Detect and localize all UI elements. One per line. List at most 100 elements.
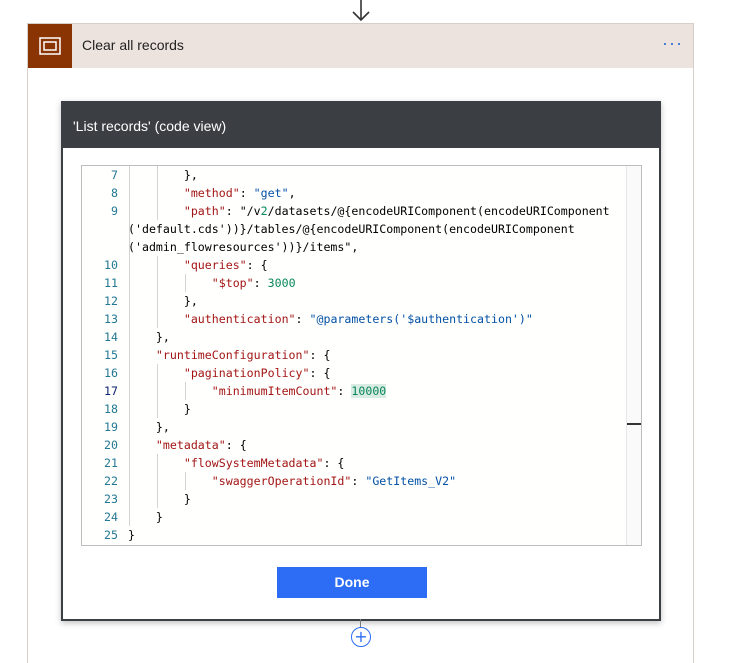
code-text: ('admin_flowresources'))}/items", (128, 240, 359, 254)
scope-title: Clear all records (82, 37, 184, 53)
indent-guide (157, 292, 158, 310)
code-line: ('admin_flowresources'))}/items", (82, 238, 622, 256)
code-text: "metadata": { (155, 438, 247, 452)
code-text: "swaggerOperationId": "GetItems_V2" (211, 474, 457, 488)
indent-guide (185, 274, 186, 292)
line-number: 18 (104, 402, 118, 416)
code-text: } (128, 528, 135, 542)
line-number: 14 (104, 330, 118, 344)
plus-icon: + (354, 627, 368, 646)
code-text: "authentication": "@parameters('$authent… (183, 312, 533, 326)
code-line: 11 "$top": 3000 (82, 274, 622, 292)
code-text: }, (128, 168, 198, 182)
code-line: 18 } (82, 400, 622, 418)
line-number: 25 (104, 528, 118, 542)
indent-guide (157, 202, 158, 220)
code-line: 22 "swaggerOperationId": "GetItems_V2" (82, 472, 622, 490)
done-button[interactable]: Done (277, 567, 427, 598)
code-line: 21 "flowSystemMetadata": { (82, 454, 622, 472)
line-number: 11 (104, 276, 118, 290)
line-number: 17 (104, 384, 118, 398)
code-text: } (128, 492, 191, 506)
indent-guide (129, 220, 130, 238)
indent-guide (129, 364, 130, 382)
line-number: 9 (111, 204, 118, 218)
line-number: 19 (104, 420, 118, 434)
indent-guide (129, 346, 130, 364)
indent-guide (157, 166, 158, 184)
indent-guide (129, 166, 130, 184)
line-number: 23 (104, 492, 118, 506)
dialog-title: 'List records' (code view) (73, 118, 227, 134)
indent-guide (129, 256, 130, 274)
indent-guide (129, 472, 130, 490)
code-text: "queries": { (183, 258, 268, 272)
indent-guide (157, 400, 158, 418)
code-line: 20 "metadata": { (82, 436, 622, 454)
indent-guide (157, 382, 158, 400)
indent-guide (129, 454, 130, 472)
code-line: 23 } (82, 490, 622, 508)
indent-guide (129, 490, 130, 508)
code-line: 9 "path": "/v2/datasets/@{encodeURICompo… (82, 202, 622, 220)
indent-guide (157, 364, 158, 382)
scope-icon (28, 24, 72, 68)
code-line: ('default.cds'))}/tables/@{encodeURIComp… (82, 220, 622, 238)
indent-guide (157, 472, 158, 490)
code-line: 14 }, (82, 328, 622, 346)
code-text: }, (128, 420, 170, 434)
indent-guide (129, 400, 130, 418)
indent-guide (157, 256, 158, 274)
code-text: }, (128, 294, 198, 308)
scope-header[interactable]: Clear all records ··· (28, 24, 693, 68)
indent-guide (129, 382, 130, 400)
code-line: 7 }, (82, 166, 622, 184)
code-text: "method": "get", (183, 186, 296, 200)
indent-guide (185, 472, 186, 490)
code-view-dialog: 'List records' (code view) 7 }, 8 "method… (61, 101, 661, 621)
code-text: } (128, 402, 191, 416)
line-number: 20 (104, 438, 118, 452)
indent-guide (157, 310, 158, 328)
indent-guide (129, 508, 130, 526)
code-line: 10 "queries": { (82, 256, 622, 274)
code-line: 15 "runtimeConfiguration": { (82, 346, 622, 364)
arrow-down-icon (352, 0, 370, 22)
code-text: "paginationPolicy": { (183, 366, 331, 380)
indent-guide (129, 292, 130, 310)
indent-guide (157, 490, 158, 508)
line-number: 8 (111, 186, 118, 200)
code-line: 19 }, (82, 418, 622, 436)
indent-guide (129, 184, 130, 202)
line-number: 22 (104, 474, 118, 488)
code-editor[interactable]: 7 }, 8 "method": "get", 9 "path": "/v2/dat… (81, 165, 642, 546)
editor-scrollbar[interactable] (626, 166, 641, 545)
code-text: "runtimeConfiguration": { (155, 348, 331, 362)
code-text: }, (128, 330, 170, 344)
code-line: 12 }, (82, 292, 622, 310)
more-options-icon[interactable]: ··· (662, 34, 683, 52)
indent-guide (157, 274, 158, 292)
line-number: 16 (104, 366, 118, 380)
code-text: ('default.cds'))}/tables/@{encodeURIComp… (128, 222, 575, 236)
line-number: 12 (104, 294, 118, 308)
indent-guide (129, 328, 130, 346)
code-line: 25} (82, 526, 622, 544)
code-text: } (128, 510, 163, 524)
indent-guide (129, 202, 130, 220)
indent-guide (129, 310, 130, 328)
line-number: 21 (104, 456, 118, 470)
code-line: 13 "authentication": "@parameters('$auth… (82, 310, 622, 328)
dialog-header: 'List records' (code view) (63, 103, 659, 148)
line-number: 7 (111, 168, 118, 182)
add-step-button[interactable]: + (351, 627, 371, 647)
code-text: "minimumItemCount": 10000 (211, 384, 387, 398)
code-line: 8 "method": "get", (82, 184, 622, 202)
code-line: 16 "paginationPolicy": { (82, 364, 622, 382)
code-text: "$top": 3000 (211, 276, 296, 290)
indent-guide (129, 418, 130, 436)
indent-guide (157, 184, 158, 202)
scrollbar-position-marker (627, 423, 641, 425)
indent-guide (157, 454, 158, 472)
indent-guide (129, 274, 130, 292)
